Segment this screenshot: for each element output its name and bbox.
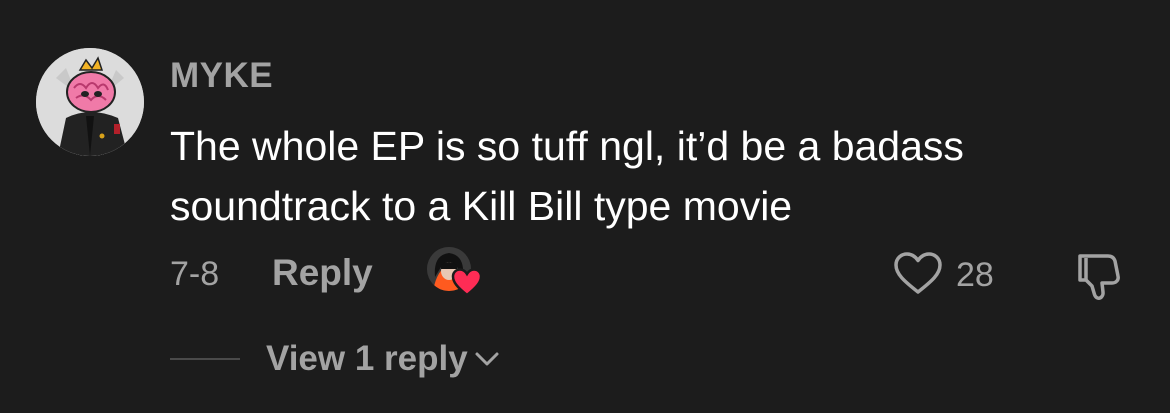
view-replies-button[interactable]: View 1 reply <box>266 336 502 382</box>
user-avatar[interactable] <box>36 48 144 156</box>
replies-divider <box>170 358 240 360</box>
comment-meta-row: 7-8 Reply 28 <box>170 247 1130 302</box>
replies-row: View 1 reply <box>170 336 670 382</box>
liked-by-creator-badge <box>427 247 485 299</box>
like-count: 28 <box>956 256 994 294</box>
chevron-down-icon <box>472 336 502 382</box>
comment-username[interactable]: MYKE <box>170 56 273 96</box>
view-replies-label: View 1 reply <box>266 339 468 378</box>
heart-outline-icon <box>894 252 942 294</box>
pink-brain-character-avatar-icon <box>36 48 144 156</box>
thumbs-down-icon[interactable] <box>1072 250 1124 302</box>
comment-text: The whole EP is so tuff ngl, it’d be a b… <box>170 123 964 229</box>
comment-date: 7-8 <box>170 255 220 293</box>
heart-icon <box>451 268 483 297</box>
reply-button[interactable]: Reply <box>272 252 373 294</box>
